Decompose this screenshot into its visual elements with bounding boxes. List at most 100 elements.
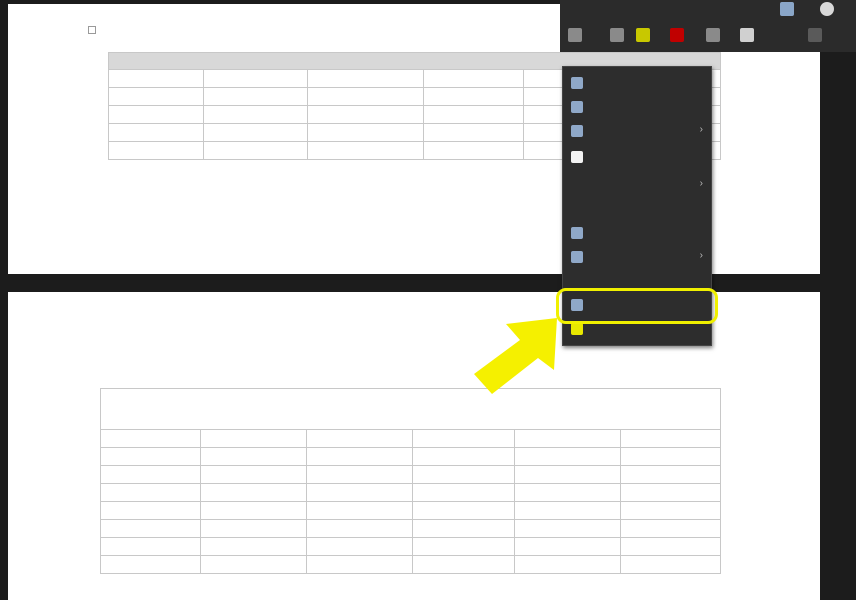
row-label-cell[interactable] xyxy=(108,123,204,142)
table-cell[interactable] xyxy=(412,465,515,484)
table-selection-handle[interactable] xyxy=(88,26,96,34)
row-label-cell[interactable] xyxy=(100,519,201,538)
table-title-row xyxy=(99,388,722,430)
menu-item[interactable]: › xyxy=(563,121,711,141)
flag-icon[interactable] xyxy=(820,2,834,16)
table-cell[interactable] xyxy=(514,483,621,502)
table-cell[interactable] xyxy=(619,429,722,448)
table-cell[interactable] xyxy=(200,447,307,466)
table-cell[interactable] xyxy=(203,105,308,124)
table-row xyxy=(100,447,722,466)
pointer-arrow xyxy=(474,318,557,394)
row-label-cell[interactable] xyxy=(100,501,201,520)
row-label-cell[interactable] xyxy=(100,447,201,466)
table-cell[interactable] xyxy=(203,141,308,160)
row-label-cell[interactable] xyxy=(108,105,204,124)
table-cell[interactable] xyxy=(514,537,621,556)
row-label-cell[interactable] xyxy=(100,429,201,448)
menu-item[interactable] xyxy=(563,223,711,243)
table-bottom[interactable] xyxy=(99,388,722,574)
layout-icon[interactable] xyxy=(808,28,822,42)
table-cell[interactable] xyxy=(200,537,307,556)
ruler-icon[interactable] xyxy=(568,28,582,42)
table-cell[interactable] xyxy=(619,501,722,520)
menu-item[interactable] xyxy=(563,73,711,93)
table-cell[interactable] xyxy=(412,501,515,520)
table-cell[interactable] xyxy=(514,447,621,466)
table-cell[interactable] xyxy=(306,465,413,484)
gear-icon[interactable] xyxy=(610,28,624,42)
table-cell[interactable] xyxy=(307,87,424,106)
table-cell[interactable] xyxy=(619,555,722,574)
table-cell[interactable] xyxy=(514,465,621,484)
row-label-cell[interactable] xyxy=(108,69,204,88)
table-cell[interactable] xyxy=(307,105,424,124)
table-cell[interactable] xyxy=(412,483,515,502)
pin-icon[interactable] xyxy=(636,28,650,42)
table-cell[interactable] xyxy=(514,555,621,574)
table-cell[interactable] xyxy=(412,537,515,556)
table-cell[interactable] xyxy=(619,465,722,484)
cut-icon xyxy=(571,77,583,89)
grid-icon[interactable] xyxy=(740,28,754,42)
table-cell[interactable] xyxy=(412,429,515,448)
table-cell[interactable] xyxy=(306,555,413,574)
menu-item[interactable]: › xyxy=(563,175,711,195)
table-cell[interactable] xyxy=(619,447,722,466)
table-row xyxy=(100,555,722,574)
dots-icon[interactable] xyxy=(706,28,720,42)
table-cell[interactable] xyxy=(306,519,413,538)
menu-item[interactable] xyxy=(563,199,711,219)
table-cell[interactable] xyxy=(412,447,515,466)
table-cell[interactable] xyxy=(412,555,515,574)
table-cell[interactable] xyxy=(514,501,621,520)
brush-icon xyxy=(571,151,583,163)
table-cell[interactable] xyxy=(514,429,621,448)
copy-icon xyxy=(571,101,583,113)
table-cell[interactable] xyxy=(412,519,515,538)
table-cell[interactable] xyxy=(203,69,308,88)
table-cell[interactable] xyxy=(423,123,524,142)
paste-icon xyxy=(571,125,583,137)
table-cell[interactable] xyxy=(514,519,621,538)
row-label-cell[interactable] xyxy=(100,555,201,574)
menu-item[interactable] xyxy=(563,147,711,167)
row-label-cell[interactable] xyxy=(108,141,204,160)
row-label-cell[interactable] xyxy=(100,465,201,484)
table-cell[interactable] xyxy=(307,69,424,88)
table-cell[interactable] xyxy=(200,555,307,574)
table-cell[interactable] xyxy=(423,141,524,160)
table-cell[interactable] xyxy=(200,501,307,520)
table-cell[interactable] xyxy=(200,465,307,484)
table-cell[interactable] xyxy=(619,519,722,538)
table-cell[interactable] xyxy=(619,537,722,556)
menu-item[interactable] xyxy=(563,97,711,117)
table-row xyxy=(100,537,722,556)
table-cell[interactable] xyxy=(203,123,308,142)
table-cell[interactable] xyxy=(307,123,424,142)
row-label-cell[interactable] xyxy=(108,87,204,106)
table-cell[interactable] xyxy=(203,87,308,106)
table-cell[interactable] xyxy=(200,519,307,538)
table-cell[interactable] xyxy=(200,483,307,502)
table-cell[interactable] xyxy=(619,483,722,502)
table-cell[interactable] xyxy=(306,537,413,556)
table-cell[interactable] xyxy=(200,429,307,448)
stop-icon[interactable] xyxy=(670,28,684,42)
menu-item[interactable]: › xyxy=(563,247,711,267)
image-icon[interactable] xyxy=(780,2,794,16)
table-cell[interactable] xyxy=(423,105,524,124)
table-cell[interactable] xyxy=(306,447,413,466)
table-cell[interactable] xyxy=(423,87,524,106)
table-row xyxy=(100,519,722,538)
row-label-cell[interactable] xyxy=(100,537,201,556)
row-label-cell[interactable] xyxy=(100,483,201,502)
table-cell[interactable] xyxy=(423,69,524,88)
chevron-right-icon: › xyxy=(699,250,703,261)
edit-icon xyxy=(571,227,583,239)
table-cell[interactable] xyxy=(306,501,413,520)
table-title[interactable] xyxy=(99,388,722,430)
table-cell[interactable] xyxy=(306,483,413,502)
table-cell[interactable] xyxy=(307,141,424,160)
table-cell[interactable] xyxy=(306,429,413,448)
